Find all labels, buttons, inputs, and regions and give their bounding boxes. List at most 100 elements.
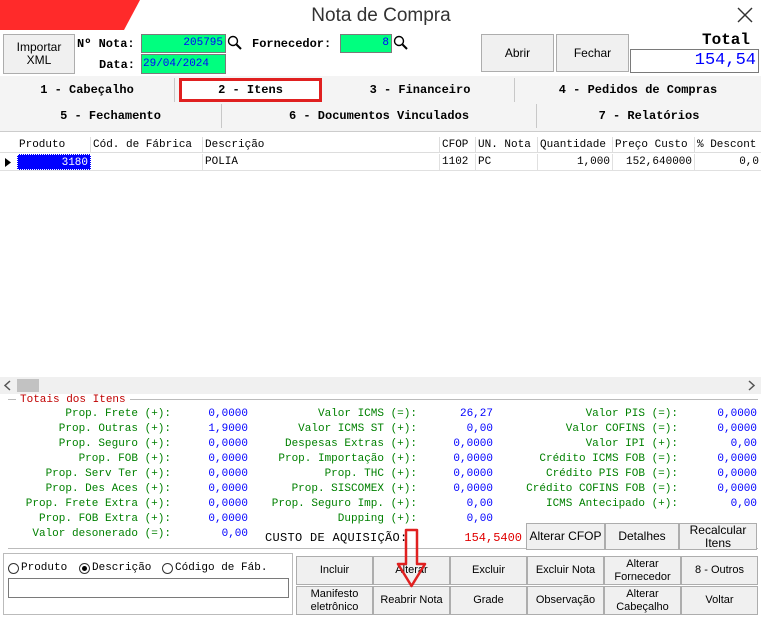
close-icon[interactable] xyxy=(733,4,757,26)
reabrir-nota-button[interactable]: Reabrir Nota xyxy=(373,586,450,615)
manifesto-eletronico-button[interactable]: Manifesto eletrônico xyxy=(296,586,373,615)
radio-descricao[interactable]: Descrição xyxy=(79,562,151,574)
tab-relatorios[interactable]: 7 - Relatórios xyxy=(537,104,761,128)
grid-header: Produto Cód. de Fábrica Descrição CFOP U… xyxy=(0,137,761,153)
excluir-button[interactable]: Excluir xyxy=(450,556,527,585)
horizontal-scrollbar[interactable] xyxy=(0,377,761,394)
totals-value: 0,0000 xyxy=(208,453,248,465)
cell-produto[interactable]: 3180 xyxy=(17,154,91,170)
radio-descricao-label: Descrição xyxy=(92,562,152,574)
totals-value: 0,0000 xyxy=(208,438,248,450)
alterar-fornecedor-button[interactable]: Alterar Fornecedor xyxy=(604,556,681,585)
col-un-nota[interactable]: UN. Nota xyxy=(476,137,538,153)
8-outros-button[interactable]: 8 - Outros xyxy=(681,556,758,585)
scroll-left-icon[interactable] xyxy=(3,380,13,391)
totals-value: 0,0000 xyxy=(208,513,248,525)
abrir-button[interactable]: Abrir xyxy=(481,34,554,72)
tab-documentos-vinculados[interactable]: 6 - Documentos Vinculados xyxy=(222,104,537,128)
radio-codigo-fab[interactable]: Código de Fáb. xyxy=(162,562,267,574)
cell-descricao[interactable]: POLIA xyxy=(203,154,440,170)
detalhes-button[interactable]: Detalhes xyxy=(605,523,679,550)
totals-label: Prop. THC (+): xyxy=(324,468,417,480)
col-desconto[interactable]: % Descont xyxy=(695,137,761,153)
totals-value: 0,0000 xyxy=(717,453,757,465)
cell-cfop[interactable]: 1102 xyxy=(440,154,476,170)
totals-label: Prop. Importação (+): xyxy=(278,453,417,465)
scroll-thumb[interactable] xyxy=(17,379,39,392)
radio-produto-label: Produto xyxy=(21,562,68,574)
tab-bar: 1 - Cabeçalho 2 - Itens 3 - Financeiro 4… xyxy=(0,76,761,132)
importar-xml-button[interactable]: Importar XML xyxy=(3,34,75,74)
radio-produto[interactable]: Produto xyxy=(8,562,67,574)
fechar-button[interactable]: Fechar xyxy=(556,34,629,72)
nota-input[interactable]: 205795 xyxy=(141,34,226,53)
alterar-cfop-button[interactable]: Alterar CFOP xyxy=(526,523,605,550)
incluir-button[interactable]: Incluir xyxy=(296,556,373,585)
cell-desconto[interactable]: 0,0 xyxy=(695,154,761,170)
row-pointer-icon xyxy=(5,158,11,167)
custo-label: CUSTO DE AQUISIÇÃO: xyxy=(265,531,408,545)
search-fornecedor-icon[interactable] xyxy=(393,35,409,51)
radio-codigo-label: Código de Fáb. xyxy=(175,562,268,574)
radio-descricao-circle[interactable] xyxy=(79,562,90,574)
totals-label: Prop. SISCOMEX (+): xyxy=(291,483,417,495)
totals-label: Valor ICMS (=): xyxy=(317,408,417,420)
brand-corner-icon xyxy=(0,0,140,30)
radio-codigo-circle[interactable] xyxy=(162,562,173,574)
tab-financeiro[interactable]: 3 - Financeiro xyxy=(326,78,515,102)
totals-value: 0,00 xyxy=(466,423,493,435)
tab-fechamento[interactable]: 5 - Fechamento xyxy=(0,104,222,128)
col-cfop[interactable]: CFOP xyxy=(440,137,476,153)
col-produto[interactable]: Produto xyxy=(17,137,91,153)
cell-cod-fabrica[interactable] xyxy=(91,154,203,170)
search-input[interactable] xyxy=(8,578,289,598)
totals-label: Valor desonerado (=): xyxy=(32,528,171,540)
totals-value: 0,0000 xyxy=(453,438,493,450)
custo-value: 154,5400 xyxy=(464,531,522,545)
arrow-down-icon xyxy=(396,528,427,588)
col-preco-custo[interactable]: Preço Custo xyxy=(613,137,695,153)
totals-value: 0,0000 xyxy=(208,483,248,495)
totals-label: Valor IPI (+): xyxy=(585,438,678,450)
totals-value: 0,00 xyxy=(221,528,248,540)
nota-label: Nº Nota: xyxy=(77,37,135,51)
voltar-button[interactable]: Voltar xyxy=(681,586,758,615)
cell-quantidade[interactable]: 1,000 xyxy=(538,154,613,170)
totals-label: Prop. FOB Extra (+): xyxy=(38,513,171,525)
alterar-cabecalho-button[interactable]: Alterar Cabeçalho xyxy=(604,586,681,615)
window-title: Nota de Compra xyxy=(311,5,451,26)
recalcular-itens-button[interactable]: Recalcular Itens xyxy=(679,523,757,550)
total-label: Total xyxy=(702,31,751,49)
scroll-right-icon[interactable] xyxy=(747,380,757,391)
totals-value: 0,00 xyxy=(730,498,757,510)
totals-label: Crédito PIS FOB (=): xyxy=(545,468,678,480)
totals-value: 0,00 xyxy=(466,498,493,510)
radio-produto-circle[interactable] xyxy=(8,562,19,574)
search-nota-icon[interactable] xyxy=(227,35,243,51)
col-descricao[interactable]: Descrição xyxy=(203,137,440,153)
tab-itens[interactable]: 2 - Itens xyxy=(179,78,322,102)
grade-button[interactable]: Grade xyxy=(450,586,527,615)
fornecedor-label: Fornecedor: xyxy=(252,37,332,51)
totals-label: Valor ICMS ST (+): xyxy=(298,423,417,435)
cell-preco[interactable]: 152,640000 xyxy=(613,154,695,170)
total-value: 154,54 xyxy=(630,49,759,73)
fornecedor-input[interactable]: 8 xyxy=(340,34,392,53)
col-cod-fabrica[interactable]: Cód. de Fábrica xyxy=(91,137,203,153)
data-input[interactable]: 29/04/2024 xyxy=(141,54,226,74)
totals-label: ICMS Antecipado (+): xyxy=(545,498,678,510)
totals-label: Crédito COFINS FOB (=): xyxy=(526,483,678,495)
tab-pedidos-compras[interactable]: 4 - Pedidos de Compras xyxy=(515,78,761,102)
excluir-nota-button[interactable]: Excluir Nota xyxy=(527,556,604,585)
table-row[interactable]: 3180 POLIA 1102 PC 1,000 152,640000 0,0 xyxy=(0,154,761,171)
tab-cabecalho[interactable]: 1 - Cabeçalho xyxy=(0,78,175,102)
col-quantidade[interactable]: Quantidade xyxy=(538,137,613,153)
observacao-button[interactable]: Observação xyxy=(527,586,604,615)
totals-value: 1,9000 xyxy=(208,423,248,435)
cell-un[interactable]: PC xyxy=(476,154,538,170)
totals-value: 0,0000 xyxy=(717,423,757,435)
totals-value: 0,0000 xyxy=(208,498,248,510)
totals-label: Crédito ICMS FOB (=): xyxy=(539,453,678,465)
title-bar: Nota de Compra xyxy=(0,0,761,32)
totals-label: Prop. Frete (+): xyxy=(65,408,171,420)
